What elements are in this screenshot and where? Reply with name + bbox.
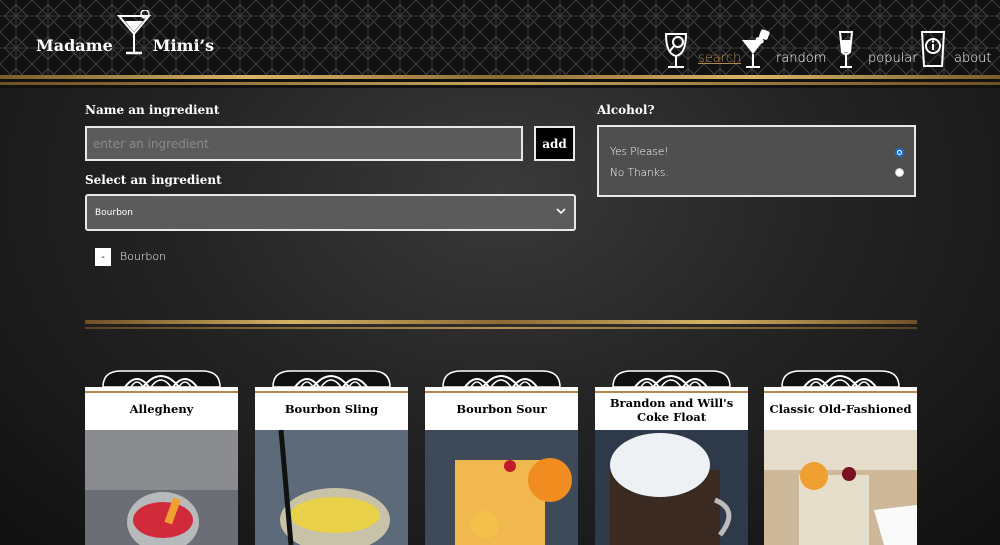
alcohol-yes-radio[interactable]	[895, 148, 904, 157]
selected-ingredient-label: Bourbon	[120, 250, 167, 263]
champagne-flute-icon	[838, 31, 854, 68]
logo-text-madame: Madame	[36, 35, 113, 55]
chevron-down-icon	[556, 208, 566, 215]
nav-random[interactable]: random	[740, 12, 826, 72]
alcohol-no-label: No Thanks.	[610, 167, 669, 179]
cocktail-card[interactable]: Allegheny	[85, 365, 238, 545]
magnifier-glass-icon	[664, 33, 688, 68]
art-deco-card-crest	[85, 370, 238, 393]
nav-random-label: random	[776, 51, 827, 66]
select-ingredient-label: Select an ingredient	[85, 173, 222, 187]
remove-ingredient-button[interactable]: -	[95, 248, 111, 266]
art-deco-card-crest	[425, 370, 578, 393]
nav-popular[interactable]: popular	[832, 12, 918, 72]
art-deco-card-crest	[255, 370, 408, 393]
cocktail-photo	[425, 430, 578, 545]
logo-text-mimis: Mimi’s	[152, 35, 215, 55]
martini-glass-icon	[116, 10, 151, 55]
alcohol-label: Alcohol?	[597, 103, 655, 117]
cocktail-card[interactable]: Brandon and Will's Coke Float	[595, 365, 748, 545]
ingredient-input[interactable]	[85, 126, 523, 161]
art-deco-card-crest	[764, 370, 917, 393]
alcohol-yes-label: Yes Please!	[610, 146, 669, 158]
nav-search-label: search	[698, 51, 742, 66]
cocktail-card-title: Brandon and Will's Coke Float	[595, 393, 748, 430]
site-header: Madame Mimi’s search random popular abou…	[0, 0, 1000, 88]
cocktail-photo	[764, 430, 917, 545]
cocktail-photo	[595, 430, 748, 545]
alcohol-options-box: Yes Please! No Thanks.	[597, 125, 916, 197]
ingredient-name-label: Name an ingredient	[85, 103, 220, 117]
header-gold-stripe	[0, 75, 1000, 79]
cocktail-card[interactable]: Classic Old-Fashioned	[764, 365, 917, 545]
cocktail-card-title: Allegheny	[85, 393, 238, 430]
martini-dice-icon	[742, 29, 770, 68]
art-deco-card-crest	[595, 370, 748, 393]
alcohol-no-radio[interactable]	[895, 168, 904, 177]
section-divider	[85, 320, 917, 324]
info-glass-icon	[920, 31, 946, 67]
nav-search[interactable]: search	[662, 12, 741, 72]
header-gold-stripe-lower	[0, 82, 1000, 85]
add-button[interactable]: add	[534, 126, 575, 161]
cocktail-card-title: Bourbon Sour	[425, 393, 578, 430]
nav-popular-label: popular	[868, 51, 918, 66]
section-divider-lower	[85, 327, 917, 329]
cocktail-card-title: Bourbon Sling	[255, 393, 408, 430]
cocktail-card-title: Classic Old-Fashioned	[764, 393, 917, 430]
ingredient-select-value: Bourbon	[95, 207, 134, 218]
cocktail-card[interactable]: Bourbon Sour	[425, 365, 578, 545]
ingredient-select[interactable]: Bourbon	[85, 194, 576, 231]
cocktail-card[interactable]: Bourbon Sling	[255, 365, 408, 545]
nav-about[interactable]: about	[918, 12, 992, 72]
site-logo[interactable]: Madame Mimi’s	[36, 10, 215, 58]
cocktail-photo	[255, 430, 408, 545]
nav-about-label: about	[954, 51, 992, 66]
cocktail-photo	[85, 430, 238, 545]
